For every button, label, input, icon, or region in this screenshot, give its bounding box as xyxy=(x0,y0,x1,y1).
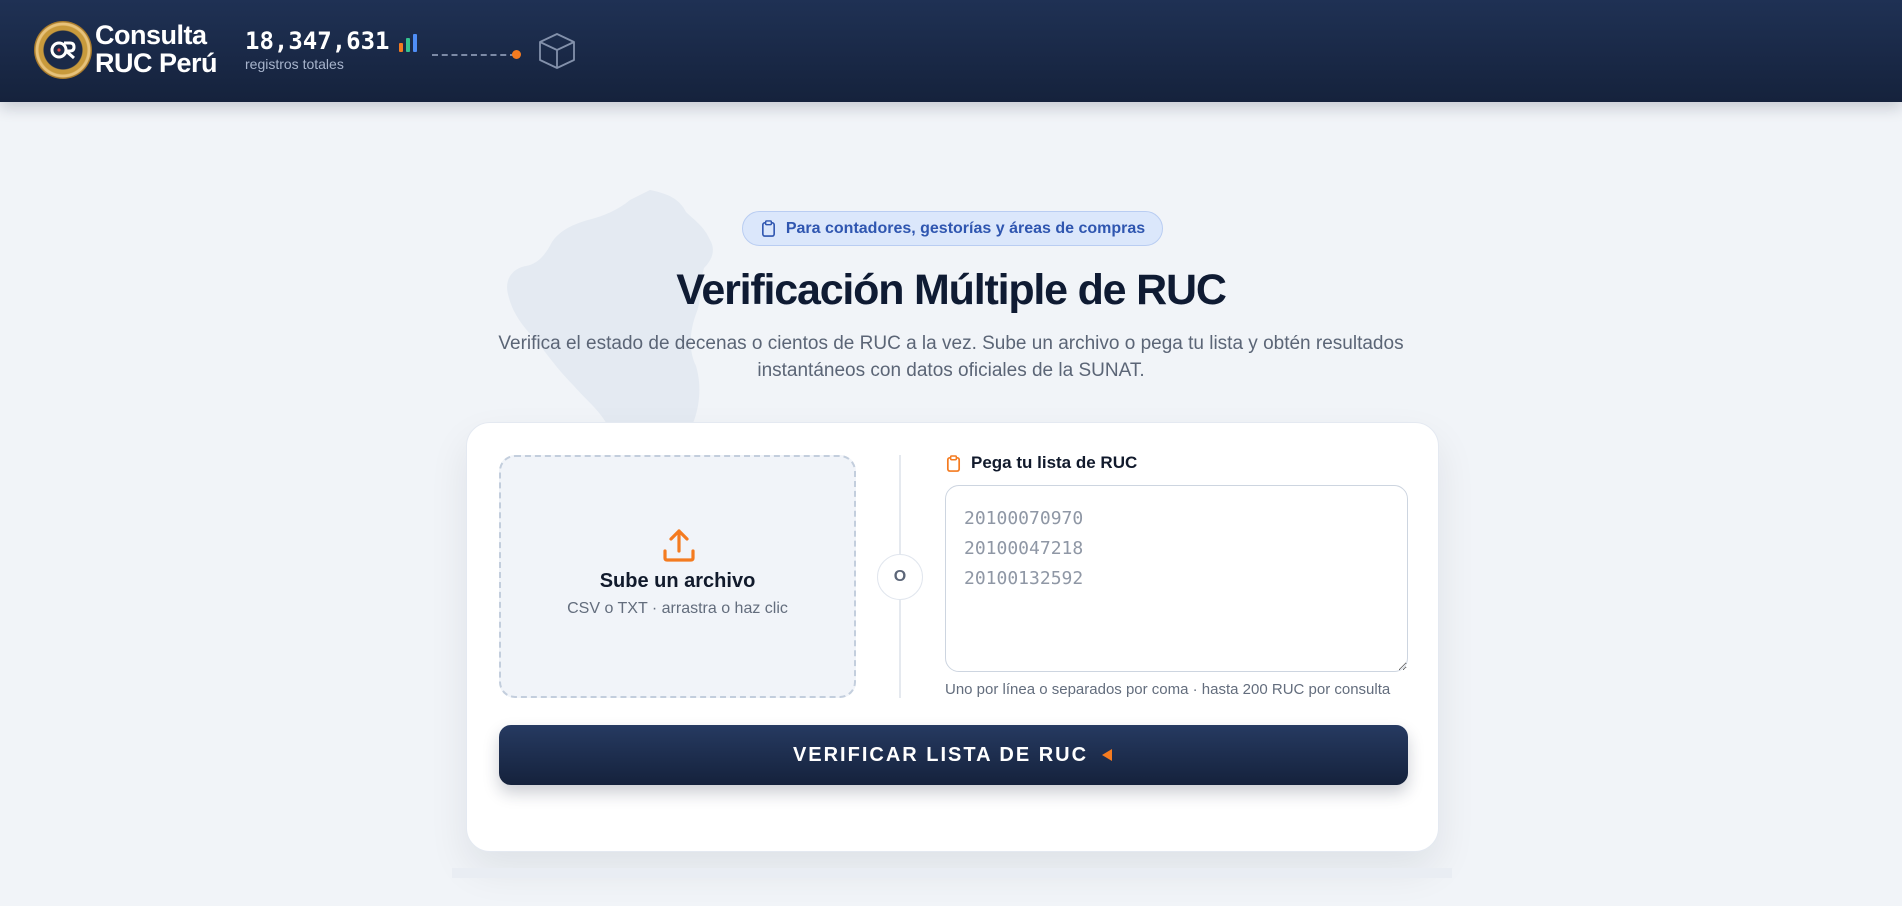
dropzone-title: Sube un archivo xyxy=(599,570,756,592)
progress-dashed-line xyxy=(432,54,516,56)
dropzone-subtitle: CSV o TXT · arrastra o haz clic xyxy=(567,600,788,617)
ruc-list-textarea[interactable] xyxy=(945,485,1408,672)
paste-list-label-text: Pega tu lista de RUC xyxy=(971,453,1138,472)
upload-icon xyxy=(663,529,695,562)
bottom-strip xyxy=(452,868,1452,878)
progress-dot xyxy=(512,50,521,59)
total-count: 18,347,631 xyxy=(245,27,390,55)
audience-pill-text: Para contadores, gestorías y áreas de co… xyxy=(785,219,1146,237)
total-count-label: registros totales xyxy=(245,56,344,72)
or-separator: O xyxy=(877,554,923,600)
box-icon xyxy=(539,33,575,69)
paste-list-label: Pega tu lista de RUC xyxy=(945,453,1137,473)
bulk-verify-card: Sube un archivo CSV o TXT · arrastra o h… xyxy=(466,422,1439,852)
page-title: Verificación Múltiple de RUC xyxy=(676,266,1227,314)
logo-seal[interactable] xyxy=(34,21,92,79)
audience-pill: Para contadores, gestorías y áreas de co… xyxy=(742,211,1163,246)
page-subtitle: Verifica el estado de decenas o cientos … xyxy=(498,333,1404,381)
ruc-list-hint: Uno por línea o separados por coma · has… xyxy=(945,681,1391,698)
verify-list-button[interactable]: VERIFICAR LISTA DE RUC xyxy=(499,725,1408,785)
clipboard-icon xyxy=(946,454,961,472)
bar-chart-icon xyxy=(399,34,417,52)
logo-mark-icon xyxy=(50,41,76,60)
play-left-icon xyxy=(1102,749,1113,761)
clipboard-icon xyxy=(761,220,775,237)
records-counter: 18,347,631 registros totales xyxy=(245,27,390,72)
brand-line-2: RUC Perú xyxy=(95,48,218,78)
brand-name[interactable]: Consulta RUC Perú xyxy=(95,20,218,78)
verify-list-button-label: VERIFICAR LISTA DE RUC xyxy=(792,743,1089,766)
file-dropzone[interactable]: Sube un archivo CSV o TXT · arrastra o h… xyxy=(499,455,856,698)
brand-line-1: Consulta xyxy=(95,20,207,50)
top-header: Consulta RUC Perú 18,347,631 registros t… xyxy=(0,0,1902,102)
